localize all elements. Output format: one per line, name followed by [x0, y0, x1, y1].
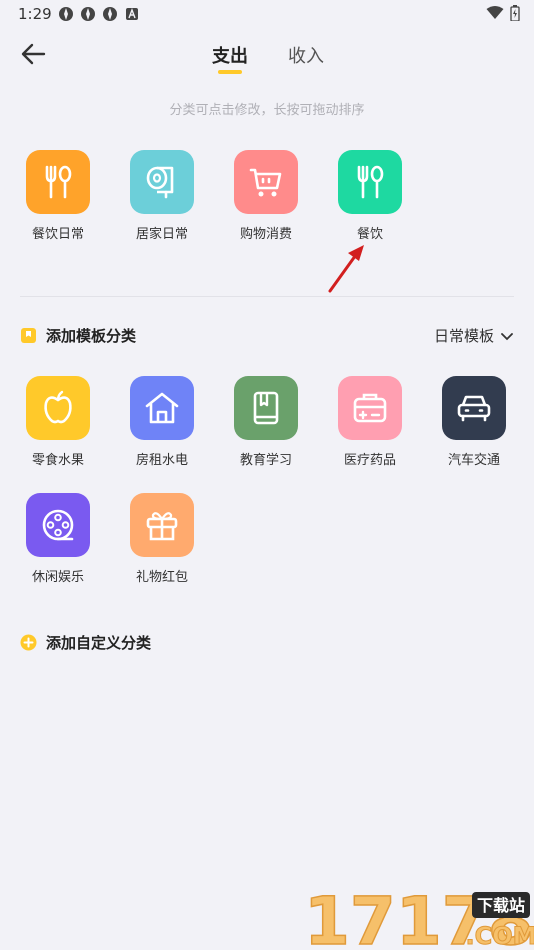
status-system-icons	[486, 5, 520, 21]
category-tile	[234, 376, 298, 440]
category-label: 购物消费	[239, 227, 292, 242]
category-label: 医疗药品	[343, 453, 396, 468]
category-label: 居家日常	[135, 227, 188, 242]
site-watermark-logo: 17178 下载站 .COM	[303, 882, 534, 950]
status-bar: 1:29	[0, 0, 534, 28]
category-label: 礼物红包	[135, 570, 188, 585]
category-label: 教育学习	[239, 453, 292, 468]
category-tile	[338, 150, 402, 214]
category-tile	[26, 493, 90, 557]
template-dropdown[interactable]: 日常模板	[434, 325, 514, 346]
wifi-icon	[486, 6, 504, 19]
notification-icon	[59, 7, 73, 21]
film-reel-icon	[42, 509, 74, 541]
red-arrow-annotation	[328, 245, 364, 293]
chevron-down-icon	[501, 332, 513, 340]
book-icon	[253, 391, 279, 425]
fork-spoon-icon	[45, 165, 72, 199]
category-label: 休闲娱乐	[31, 570, 84, 585]
watermark-badge: 下载站	[477, 896, 525, 915]
watermark-domain: .COM	[465, 922, 534, 950]
section-divider	[20, 296, 514, 297]
notification-icon	[103, 7, 117, 21]
category-tile	[130, 493, 194, 557]
car-icon	[457, 395, 491, 422]
template-category-item[interactable]: 礼物红包	[110, 493, 214, 585]
category-tile	[130, 150, 194, 214]
add-custom-category-button[interactable]: 添加自定义分类	[20, 632, 151, 653]
tab-expense[interactable]: 支出	[212, 42, 248, 68]
status-notification-icons	[58, 6, 140, 22]
template-dropdown-value: 日常模板	[433, 327, 494, 345]
back-arrow-icon[interactable]	[18, 40, 50, 68]
category-tile	[338, 376, 402, 440]
plus-circle-icon	[20, 634, 37, 651]
template-category-item[interactable]: 零食水果	[6, 376, 110, 468]
category-label: 房租水电	[135, 453, 188, 468]
template-category-item[interactable]: 房租水电	[110, 376, 214, 468]
house-icon	[145, 392, 179, 424]
template-category-item[interactable]: 休闲娱乐	[6, 493, 110, 585]
category-label: 零食水果	[31, 453, 84, 468]
template-category-item[interactable]: 医疗药品	[318, 376, 422, 468]
category-item[interactable]: 餐饮	[318, 150, 422, 242]
notification-icon	[81, 7, 95, 21]
active-tab-indicator	[218, 70, 242, 74]
bookmark-icon	[21, 328, 36, 343]
category-item[interactable]: 居家日常	[110, 150, 214, 242]
category-tile	[234, 150, 298, 214]
category-tile	[26, 150, 90, 214]
category-item[interactable]: 餐饮日常	[6, 150, 110, 242]
sort-hint: 分类可点击修改，长按可拖动排序	[169, 103, 365, 118]
header: 支出 收入	[0, 28, 534, 84]
category-label: 汽车交通	[447, 453, 500, 468]
status-time: 1:29	[18, 5, 52, 23]
category-label: 餐饮日常	[31, 227, 84, 242]
template-section-label: 添加模板分类	[46, 327, 137, 345]
medkit-icon	[353, 393, 387, 423]
template-category-item[interactable]: 教育学习	[214, 376, 318, 468]
template-section-title: 添加模板分类	[20, 325, 136, 346]
template-category-item[interactable]: 汽车交通	[422, 376, 526, 468]
tab-income[interactable]: 收入	[288, 42, 324, 68]
category-tile	[130, 376, 194, 440]
custom-section-label: 添加自定义分类	[46, 634, 152, 652]
category-tile	[26, 376, 90, 440]
battery-icon	[510, 5, 520, 21]
app-notification-icon	[126, 8, 138, 20]
shopping-cart-icon	[249, 168, 282, 197]
tissue-roll-icon	[146, 166, 174, 199]
apple-icon	[44, 390, 72, 424]
fork-spoon-icon	[357, 165, 384, 199]
category-item[interactable]: 购物消费	[214, 150, 318, 242]
category-tile	[442, 376, 506, 440]
gift-icon	[146, 512, 178, 541]
